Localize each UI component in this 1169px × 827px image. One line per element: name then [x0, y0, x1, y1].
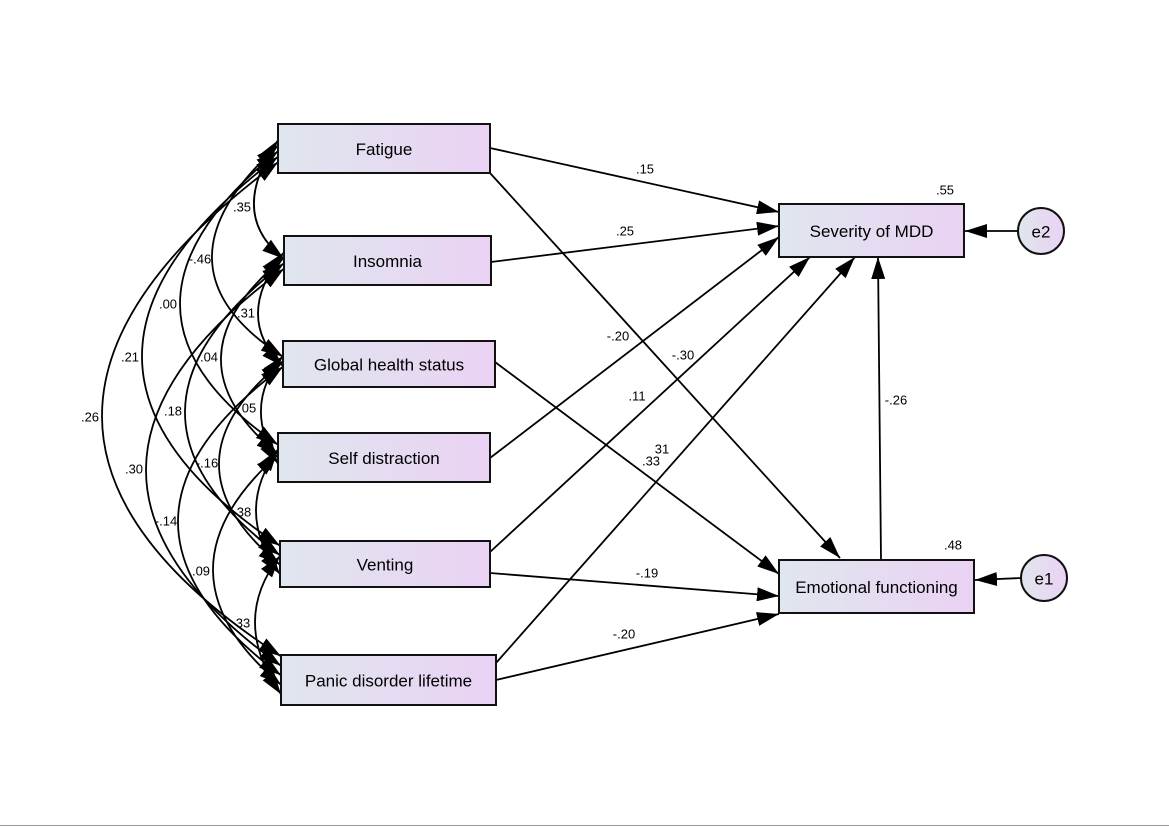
covariance-value: 38 — [237, 505, 251, 520]
variable-insomnia[interactable]: Insomnia — [283, 235, 492, 286]
covariance-layer: .35-.46.00.21.26.31.04.18.3005-.16-.1438… — [81, 139, 285, 695]
outcome-label: Emotional functioning — [795, 578, 958, 597]
variable-label: Fatigue — [356, 140, 413, 159]
path-coefficient: .25 — [616, 224, 634, 239]
variable-venting[interactable]: Venting — [279, 540, 491, 588]
path-self-distraction-to-severity-of-mdd — [489, 236, 780, 459]
covariance-value: .21 — [121, 350, 139, 365]
variable-label: Global health status — [314, 356, 464, 375]
covariance-value: .18 — [164, 404, 182, 419]
path-coefficient: -.20 — [613, 627, 635, 642]
covariance-value: -.16 — [196, 456, 218, 471]
path-venting-to-severity-of-mdd — [489, 256, 811, 553]
variable-global-health-status[interactable]: Global health status — [282, 340, 496, 388]
error-label: e2 — [1032, 223, 1051, 242]
path-coefficient: .11 — [628, 389, 645, 404]
path-coefficient: .15 — [636, 162, 654, 177]
covariance-fatigue-self-distraction — [179, 150, 279, 446]
path-insomnia-to-severity-of-mdd — [490, 221, 780, 263]
error-arrow — [974, 572, 1022, 587]
covariance-value: 05 — [242, 401, 256, 416]
covariance-value: .31 — [237, 306, 255, 321]
covariance-value: .30 — [125, 462, 143, 477]
variable-panic-disorder-lifetime[interactable]: Panic disorder lifetime — [280, 654, 497, 706]
path-coefficient: -.19 — [636, 566, 658, 581]
path-venting-to-emotional-functioning — [489, 572, 780, 602]
covariance-value: .35 — [233, 200, 251, 215]
variable-label: Panic disorder lifetime — [305, 672, 472, 691]
covariance-self-distraction-venting — [255, 448, 281, 575]
path-coefficient: -.20 — [607, 329, 629, 344]
path-emotional-functioning-to-severity-of-mdd — [871, 256, 886, 561]
r-squared-emotional: .48 — [944, 538, 962, 553]
outcome-emotional[interactable]: Emotional functioning — [778, 559, 975, 614]
error-label: e1 — [1035, 570, 1054, 589]
path-coefficient: -.26 — [885, 393, 907, 408]
r-squared-severity: .55 — [936, 183, 954, 198]
bottom-divider — [0, 825, 1169, 826]
path-coefficient: -.30 — [672, 348, 694, 363]
covariance-value: .04 — [200, 350, 218, 365]
outcome-label: Severity of MDD — [810, 222, 934, 241]
covariance-value: .09 — [192, 564, 210, 579]
outcome-severity[interactable]: Severity of MDD — [778, 203, 965, 258]
covariance-value: 33 — [236, 616, 250, 631]
covariance-value: .00 — [159, 297, 177, 312]
variable-label: Self distraction — [328, 449, 440, 468]
path-fatigue-to-severity-of-mdd — [489, 147, 780, 215]
variable-label: Venting — [357, 556, 414, 575]
variable-fatigue[interactable]: Fatigue — [277, 123, 491, 174]
covariance-value: .26 — [81, 410, 99, 425]
path-panic-disorder-lifetime-to-emotional-functioning — [495, 612, 780, 681]
path-diagram: .35-.46.00.21.26.31.04.18.3005-.16-.1438… — [81, 123, 1068, 706]
variable-label: Insomnia — [353, 252, 423, 271]
variable-self-distraction[interactable]: Self distraction — [277, 432, 491, 483]
path-coefficient: 31 — [655, 442, 669, 457]
covariance-value: -.14 — [155, 514, 177, 529]
covariance-venting-panic-disorder-lifetime — [254, 555, 282, 695]
node-layer: Fatigue Insomnia Global health status Self … — [277, 123, 1068, 706]
